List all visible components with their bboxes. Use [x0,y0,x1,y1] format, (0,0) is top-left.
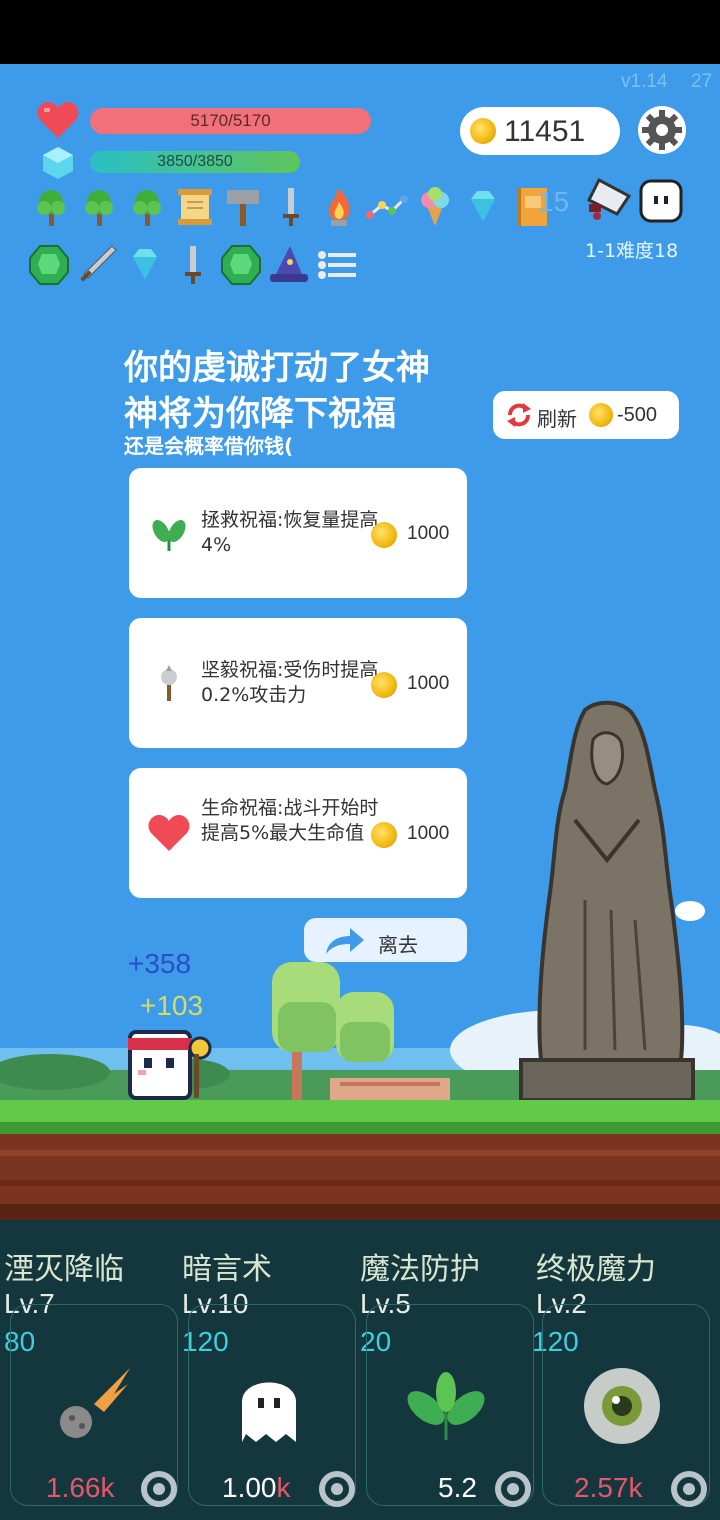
fire-icon[interactable] [318,186,360,228]
refresh-cost: -500 [617,404,658,426]
blessing-card[interactable]: 生命祝福:战斗开始时提高5%最大生命值 1000 [129,768,467,898]
skill-slot[interactable]: 暗言术 Lv.10 120 1.00k [178,1240,358,1520]
sword-icon[interactable] [76,244,118,286]
refresh-label: 刷新 [537,407,577,431]
leave-button[interactable]: 离去 [304,918,467,962]
leave-label: 离去 [378,933,418,957]
coin-icon [470,118,496,144]
goddess-statue [515,700,699,1102]
mana-gem-icon [41,146,75,180]
ice-cream-icon[interactable] [414,186,456,228]
blessing-text: 坚毅祝福:受伤时提高0.2%攻击力 [201,659,379,706]
tree-icon[interactable] [30,186,72,228]
hammer-icon[interactable] [222,186,264,228]
coin-icon [371,822,397,848]
hp-bar: 5170/5170 [90,108,371,134]
gear-icon[interactable] [318,1470,356,1508]
event-title-line1: 你的虔诚打动了女神 [124,348,430,388]
refresh-button[interactable]: 刷新 -500 [493,391,679,439]
meat-cleaver-icon[interactable] [585,176,635,224]
coin-icon [589,403,613,427]
tree-icon[interactable] [78,186,120,228]
fps-label: 27 [691,71,713,92]
stage-difficulty: 1-1难度18 [585,240,679,262]
chain-icon[interactable] [366,186,408,228]
tree-icon[interactable] [126,186,168,228]
emerald-icon[interactable] [220,244,262,286]
skill-value: 1.66k [46,1472,115,1503]
dagger-icon[interactable] [270,186,312,228]
coin-icon [371,522,397,548]
blessing-text: 生命祝福:战斗开始时提高5%最大生命值 [201,797,379,844]
arrow-right-icon [326,928,364,954]
coin-icon [371,672,397,698]
skill-slot[interactable]: 魔法防护 Lv.5 20 5.2 [356,1240,536,1520]
dagger-icon[interactable] [172,244,214,286]
skill-name: 魔法防护 [360,1252,480,1287]
leaf-icon [407,1372,485,1440]
meteor-icon [60,1368,130,1438]
gold-amount: 11451 [504,115,586,148]
blessing-card[interactable]: 拯救祝福:恢复量提高4% 1000 [129,468,467,598]
ghost-icon [242,1382,296,1442]
gear-icon [642,110,682,150]
diamond-icon[interactable] [462,186,504,228]
event-title-line2: 神将为你降下祝福 [124,394,396,434]
gear-icon[interactable] [140,1470,178,1508]
gear-icon[interactable] [494,1470,532,1508]
heal-number-yellow: +103 [140,990,204,1021]
mp-bar: 3850/3850 [90,151,300,173]
skill-value: 1.00k [222,1472,291,1503]
blessing-card[interactable]: 坚毅祝福:受伤时提高0.2%攻击力 1000 [129,618,467,748]
gear-icon[interactable] [670,1470,708,1508]
status-bar [0,0,720,64]
bush-tree [334,992,396,1072]
eye-icon [584,1368,660,1444]
diamond-icon[interactable] [124,244,166,286]
lines-icon[interactable] [316,244,358,286]
version-label: v1.14 [621,71,668,92]
faded-number: 15 [538,186,570,217]
bush-tree [270,962,344,1062]
ground [0,1100,720,1220]
inventory-row-2 [28,244,358,286]
skill-value: 2.57k [574,1472,643,1503]
inventory-row-1 [30,186,552,228]
blessing-cost: 1000 [407,823,450,844]
player-character [124,1024,214,1104]
refresh-icon [507,403,531,427]
blessing-cost: 1000 [407,673,450,694]
heart-icon [36,100,80,140]
skill-slot[interactable]: 终极魔力 Lv.2 120 2.57k [532,1240,720,1520]
blessing-text: 拯救祝福:恢复量提高4% [201,509,379,556]
emerald-icon[interactable] [28,244,70,286]
blessing-cost: 1000 [407,523,450,544]
skill-value: 5.2 [438,1472,477,1503]
skill-name: 暗言术 [182,1252,272,1287]
leaf-icon [147,511,191,555]
wizard-hat-icon[interactable] [268,244,310,286]
settings-button[interactable] [638,106,686,154]
mace-icon [147,661,191,705]
skill-name: 湮灭降临 [4,1252,124,1287]
heal-number-blue: +358 [128,948,192,979]
event-subtitle: 还是会概率借你钱( [124,434,294,458]
scroll-icon[interactable] [174,186,216,228]
gold-counter: 11451 [460,107,620,155]
skill-slot[interactable]: 湮灭降临 Lv.7 80 1.66k [0,1240,180,1520]
ghost-icon[interactable] [638,178,684,224]
skill-name: 终极魔力 [536,1252,656,1287]
heart-icon [147,811,191,855]
